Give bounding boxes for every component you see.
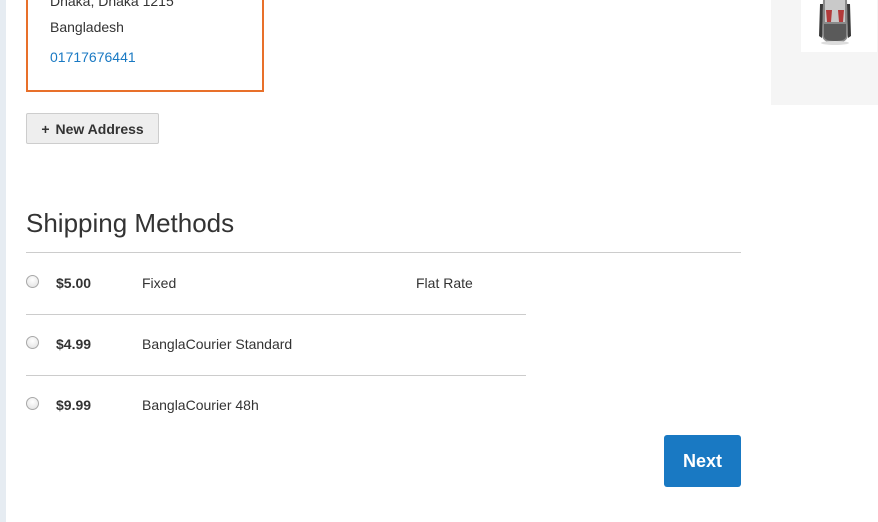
shipping-method-row[interactable]: $9.99 BanglaCourier 48h — [26, 375, 526, 437]
new-address-button[interactable]: + New Address — [26, 113, 159, 144]
shipping-method-radio[interactable] — [26, 275, 39, 288]
address-phone-link[interactable]: 01717676441 — [50, 48, 136, 66]
selected-shipping-address-card[interactable]: Dhaka, Dhaka 1215 Bangladesh 01717676441 — [26, 0, 264, 92]
shipping-method-price: $4.99 — [56, 336, 92, 352]
shipping-method-title: BanglaCourier Standard — [142, 336, 293, 352]
backpack-image — [801, 0, 877, 52]
next-button[interactable]: Next — [664, 435, 741, 487]
shipping-method-title: BanglaCourier 48h — [142, 397, 259, 413]
product-thumbnail — [801, 0, 877, 52]
order-summary-panel — [771, 0, 878, 105]
new-address-label: New Address — [55, 120, 144, 137]
page-left-edge — [0, 0, 6, 522]
shipping-method-row[interactable]: $4.99 BanglaCourier Standard — [26, 314, 526, 376]
shipping-method-radio[interactable] — [26, 397, 39, 410]
checkout-shipping-step: Dhaka, Dhaka 1215 Bangladesh 01717676441… — [0, 0, 878, 522]
shipping-method-row[interactable]: $5.00 Fixed Flat Rate — [26, 253, 526, 314]
shipping-methods-title: Shipping Methods — [26, 208, 235, 238]
shipping-carrier-title: Flat Rate — [416, 275, 473, 291]
plus-icon: + — [41, 120, 50, 137]
shipping-method-price: $5.00 — [56, 275, 92, 291]
shipping-method-radio[interactable] — [26, 336, 39, 349]
shipping-method-title: Fixed — [142, 275, 177, 291]
address-country: Bangladesh — [50, 19, 124, 35]
address-city-line: Dhaka, Dhaka 1215 — [50, 0, 174, 9]
shipping-method-price: $9.99 — [56, 397, 92, 413]
